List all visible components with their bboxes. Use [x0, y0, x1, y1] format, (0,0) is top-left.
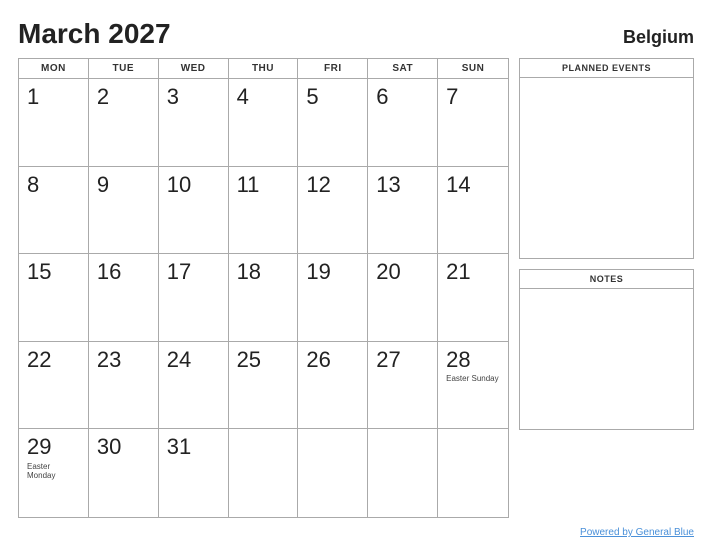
day-number: 30	[97, 435, 150, 459]
day-number: 16	[97, 260, 150, 284]
day-number: 24	[167, 348, 220, 372]
main-content: MONTUEWEDTHUFRISATSUN 123456789101112131…	[18, 58, 694, 518]
day-cell: 7	[438, 79, 508, 167]
day-number: 3	[167, 85, 220, 109]
sidebar: PLANNED EVENTS NOTES	[519, 58, 694, 518]
day-number: 20	[376, 260, 429, 284]
day-cell: 27	[368, 342, 438, 430]
day-cell: 22	[19, 342, 89, 430]
day-cell	[438, 429, 508, 517]
day-number: 4	[237, 85, 290, 109]
day-number: 28	[446, 348, 500, 372]
day-event-label: Easter Sunday	[446, 374, 500, 384]
dow-cell: FRI	[298, 59, 368, 78]
day-number: 31	[167, 435, 220, 459]
day-number: 22	[27, 348, 80, 372]
notes-title: NOTES	[520, 270, 693, 289]
day-number: 13	[376, 173, 429, 197]
day-cell: 15	[19, 254, 89, 342]
day-number: 29	[27, 435, 80, 459]
planned-events-title: PLANNED EVENTS	[520, 59, 693, 78]
day-number: 9	[97, 173, 150, 197]
dow-cell: THU	[229, 59, 299, 78]
day-cell: 18	[229, 254, 299, 342]
day-cell: 11	[229, 167, 299, 255]
day-cell: 20	[368, 254, 438, 342]
day-cell	[298, 429, 368, 517]
country-label: Belgium	[623, 27, 694, 48]
day-cell: 29 Easter Monday	[19, 429, 89, 517]
day-cell: 24	[159, 342, 229, 430]
day-cell: 28 Easter Sunday	[438, 342, 508, 430]
day-number: 26	[306, 348, 359, 372]
day-cell: 13	[368, 167, 438, 255]
planned-events-body	[520, 78, 693, 258]
day-number: 25	[237, 348, 290, 372]
month-year-title: March 2027	[18, 18, 171, 50]
day-number: 10	[167, 173, 220, 197]
day-cell: 16	[89, 254, 159, 342]
day-cell	[368, 429, 438, 517]
day-number: 8	[27, 173, 80, 197]
day-number: 17	[167, 260, 220, 284]
day-cell: 1	[19, 79, 89, 167]
day-cell: 21	[438, 254, 508, 342]
day-number: 21	[446, 260, 500, 284]
day-cell: 23	[89, 342, 159, 430]
day-number: 19	[306, 260, 359, 284]
day-number: 5	[306, 85, 359, 109]
day-number: 6	[376, 85, 429, 109]
days-grid: 1234567891011121314151617181920212223242…	[19, 79, 508, 517]
day-cell: 6	[368, 79, 438, 167]
day-cell: 5	[298, 79, 368, 167]
notes-body	[520, 289, 693, 429]
day-cell: 19	[298, 254, 368, 342]
footer: Powered by General Blue	[18, 518, 694, 540]
day-number: 12	[306, 173, 359, 197]
day-cell: 25	[229, 342, 299, 430]
day-cell	[229, 429, 299, 517]
calendar-grid: MONTUEWEDTHUFRISATSUN 123456789101112131…	[18, 58, 509, 518]
day-number: 18	[237, 260, 290, 284]
day-event-label: Easter Monday	[27, 462, 80, 481]
day-number: 1	[27, 85, 80, 109]
day-cell: 10	[159, 167, 229, 255]
day-number: 15	[27, 260, 80, 284]
days-of-week-row: MONTUEWEDTHUFRISATSUN	[19, 59, 508, 79]
day-cell: 2	[89, 79, 159, 167]
day-cell: 31	[159, 429, 229, 517]
day-cell: 12	[298, 167, 368, 255]
day-cell: 30	[89, 429, 159, 517]
day-number: 27	[376, 348, 429, 372]
planned-events-box: PLANNED EVENTS	[519, 58, 694, 259]
notes-box: NOTES	[519, 269, 694, 430]
day-number: 23	[97, 348, 150, 372]
dow-cell: MON	[19, 59, 89, 78]
page: March 2027 Belgium MONTUEWEDTHUFRISATSUN…	[0, 0, 712, 550]
day-cell: 26	[298, 342, 368, 430]
calendar-header: March 2027 Belgium	[18, 18, 694, 50]
day-number: 7	[446, 85, 500, 109]
day-cell: 17	[159, 254, 229, 342]
day-cell: 8	[19, 167, 89, 255]
powered-by-link[interactable]: Powered by General Blue	[580, 527, 694, 538]
dow-cell: TUE	[89, 59, 159, 78]
day-cell: 14	[438, 167, 508, 255]
dow-cell: SAT	[368, 59, 438, 78]
day-cell: 4	[229, 79, 299, 167]
day-number: 11	[237, 173, 290, 197]
day-number: 2	[97, 85, 150, 109]
day-number: 14	[446, 173, 500, 197]
dow-cell: WED	[159, 59, 229, 78]
day-cell: 9	[89, 167, 159, 255]
dow-cell: SUN	[438, 59, 508, 78]
day-cell: 3	[159, 79, 229, 167]
